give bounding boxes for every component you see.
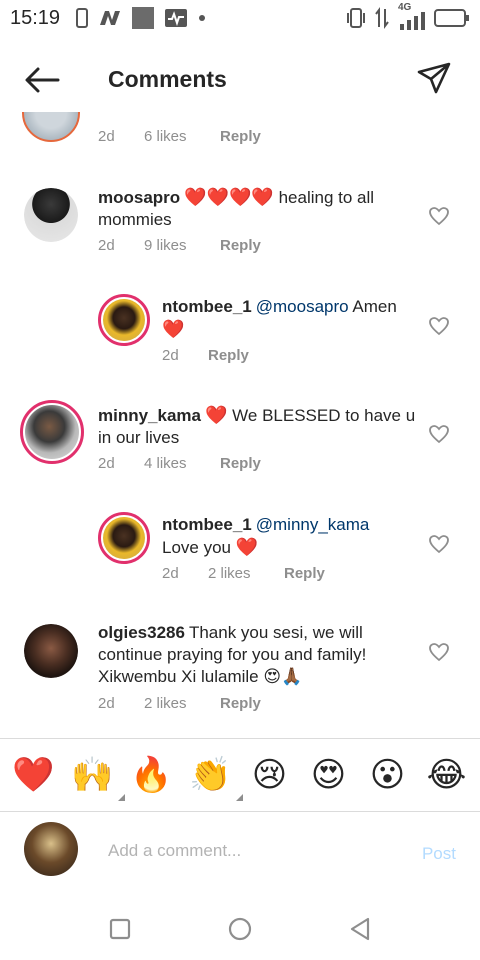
comment-time: 2d [98, 455, 115, 472]
status-notification-icons [76, 7, 206, 29]
comments-header: Comments [0, 48, 480, 112]
reply-button[interactable]: Reply [220, 237, 261, 254]
reply-button[interactable]: Reply [284, 565, 325, 582]
my-avatar [24, 822, 78, 876]
battery-icon [434, 9, 469, 27]
reply-button[interactable]: Reply [220, 128, 261, 145]
activity-icon [165, 9, 188, 27]
recents-square-icon[interactable] [105, 914, 135, 944]
avatar[interactable] [98, 512, 150, 564]
skin-tone-indicator [117, 794, 125, 801]
mention-link[interactable]: @moosapro [256, 297, 349, 316]
comment-text: minny_kama ❤️ We BLESSED to have u in our… [98, 404, 418, 449]
comment-time: 2d [98, 128, 115, 145]
emoji-laughing-button[interactable]: 😂 [421, 755, 473, 795]
comment-likes[interactable]: 4 likes [144, 455, 220, 472]
skin-tone-indicator [235, 794, 243, 801]
emoji-raised-hands: 🙌 [71, 755, 114, 795]
comment-time: 2d [162, 347, 179, 364]
comment-text: olgies3286 Thank you sesi, we will contin… [98, 622, 418, 688]
comment-meta: 2d 6 likes Reply [98, 128, 261, 145]
comment-body: Amen [352, 297, 397, 316]
comment-emojis: 😍🙏🏾 [263, 667, 303, 686]
data-transfer-icon [375, 7, 389, 29]
avatar[interactable] [24, 624, 78, 678]
vibrate-icon [347, 8, 365, 28]
comment-composer: Post [0, 812, 480, 890]
comment-meta: 2d 9 likes Reply [98, 237, 261, 254]
avatar[interactable] [24, 188, 78, 242]
comment-username[interactable]: ntombee_1 [162, 515, 252, 534]
page-title: Comments [108, 66, 227, 92]
like-heart-icon[interactable] [428, 642, 450, 662]
app-n-icon [100, 11, 121, 25]
comment-meta: 2d 2 likes Reply [98, 695, 261, 712]
heart-emoji: ❤️ [235, 537, 259, 557]
like-heart-icon[interactable] [428, 534, 450, 554]
emoji-clap-button[interactable]: 👏 [185, 755, 243, 801]
comment-text: ntombee_1 @moosapro Amen ❤️ [162, 296, 418, 341]
hearts-emoji: ❤️❤️❤️❤️ [184, 187, 274, 207]
like-heart-icon[interactable] [428, 424, 450, 444]
emoji-heart-eyes-button[interactable]: 😍 [303, 755, 355, 795]
comment-text: moosapro ❤️❤️❤️❤️ healing to all mommies [98, 186, 418, 231]
comment-body: Love you [162, 538, 231, 557]
back-arrow-icon[interactable] [22, 64, 62, 96]
status-bar: 15:19 4G [0, 0, 480, 36]
emoji-quick-bar: ❤️ 🙌 🔥 👏 😢 😍 😮 😂 [0, 738, 480, 812]
post-button[interactable]: Post [422, 844, 456, 864]
heart-emoji: ❤️ [162, 319, 185, 339]
comment-username[interactable]: moosapro [98, 188, 180, 207]
reply-button[interactable]: Reply [220, 455, 261, 472]
emoji-surprised-button[interactable]: 😮 [362, 755, 414, 795]
comment-time: 2d [162, 565, 179, 582]
reply-button[interactable]: Reply [220, 695, 261, 712]
mention-link[interactable]: @minny_kama [256, 515, 370, 534]
reply-button[interactable]: Reply [208, 347, 249, 364]
comments-list[interactable]: 2d 6 likes Reply moosapro ❤️❤️❤️❤️ healin… [0, 112, 480, 738]
comment-likes[interactable]: 6 likes [144, 128, 220, 145]
comment-text: ntombee_1 @minny_kama Love you ❤️ [162, 514, 418, 559]
comment-time: 2d [98, 695, 115, 712]
emoji-heart-button[interactable]: ❤️ [8, 755, 60, 795]
emoji-clap: 👏 [189, 755, 232, 795]
heart-emoji: ❤️ [205, 405, 228, 425]
comment-likes[interactable]: 9 likes [144, 237, 220, 254]
avatar[interactable] [98, 294, 150, 346]
comment-likes[interactable]: 2 likes [208, 565, 284, 582]
home-circle-icon[interactable] [225, 914, 255, 944]
comment-username[interactable]: ntombee_1 [162, 297, 252, 316]
like-heart-icon[interactable] [428, 316, 450, 336]
comment-username[interactable]: minny_kama [98, 406, 201, 425]
comment-time: 2d [98, 237, 115, 254]
add-comment-input[interactable] [108, 838, 398, 864]
comment-meta: 2d 2 likes Reply [162, 565, 325, 582]
comment-meta: 2d 4 likes Reply [98, 455, 261, 472]
system-nav-bar [0, 900, 480, 960]
comment-username[interactable]: olgies3286 [98, 623, 185, 642]
comment-meta: 2d Reply [162, 347, 249, 364]
emoji-crying-button[interactable]: 😢 [244, 755, 296, 795]
signal-icon: 4G [398, 2, 426, 30]
status-time: 15:19 [10, 6, 61, 29]
avatar[interactable] [22, 112, 80, 142]
back-triangle-icon[interactable] [345, 914, 375, 944]
emoji-raised-hands-button[interactable]: 🙌 [67, 755, 125, 801]
comment-likes[interactable]: 2 likes [144, 695, 220, 712]
like-heart-icon[interactable] [428, 206, 450, 226]
emoji-fire-button[interactable]: 🔥 [126, 755, 178, 795]
send-direct-icon[interactable] [416, 60, 452, 96]
dot-icon [199, 15, 206, 21]
gallery-notification-icon [132, 7, 155, 29]
avatar[interactable] [20, 400, 84, 464]
status-system-icons: 4G [346, 2, 470, 30]
phone-storage-icon [76, 8, 89, 28]
